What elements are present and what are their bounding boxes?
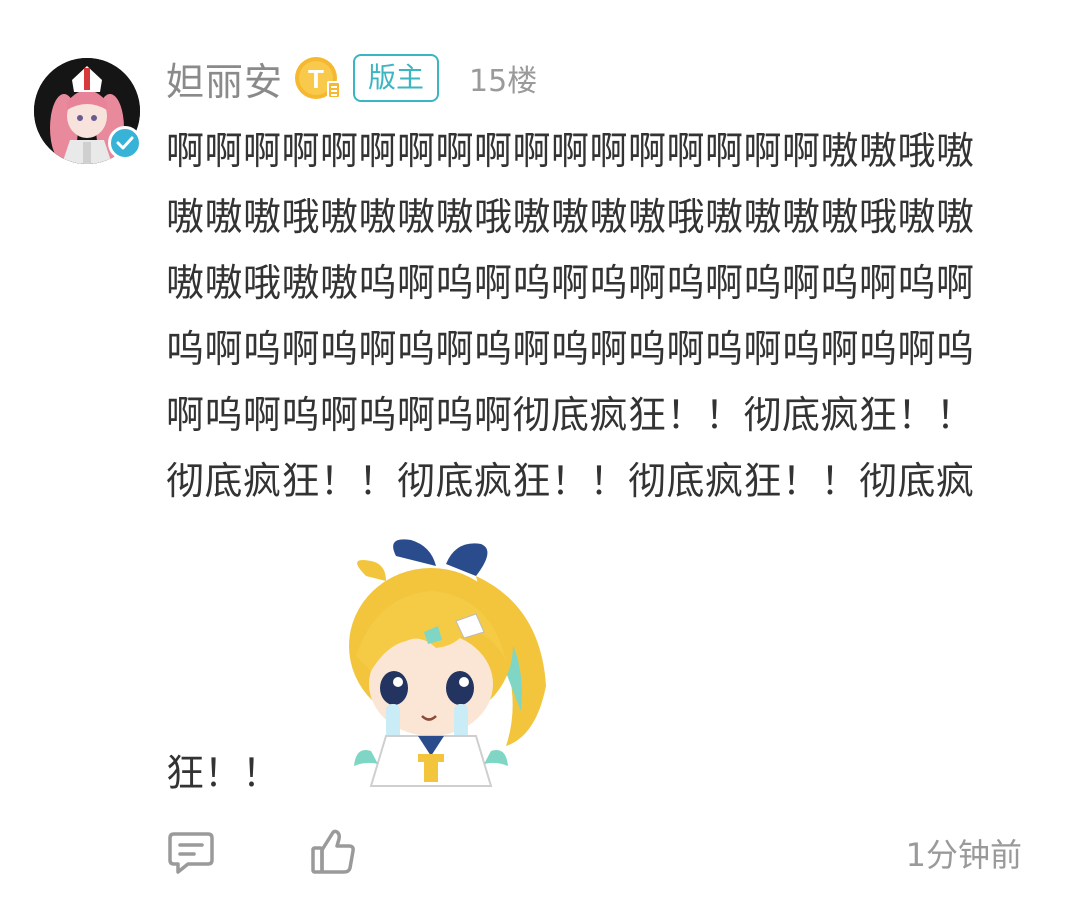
level-badge-icon: T [293, 53, 343, 103]
forum-reply-post: 妲丽安 T 版主 15楼 啊啊啊啊啊啊啊啊啊啊啊啊啊啊啊啊啊嗷嗷哦嗷嗷嗷嗷哦嗷嗷… [0, 0, 1068, 908]
floor-number: 15楼 [469, 64, 538, 99]
post-footer: 1分钟前 [0, 822, 1068, 884]
verified-check-icon [108, 126, 142, 160]
post-timestamp: 1分钟前 [905, 836, 1022, 874]
moderator-badge: 版主 [353, 54, 440, 102]
thumbs-up-icon[interactable] [310, 828, 356, 880]
comment-icon[interactable] [168, 830, 216, 880]
post-content-tail: 狂！！ [166, 751, 281, 795]
crying-girl-sticker [326, 536, 552, 792]
post-content: 啊啊啊啊啊啊啊啊啊啊啊啊啊啊啊啊啊嗷嗷哦嗷嗷嗷嗷哦嗷嗷嗷嗷哦嗷嗷嗷嗷哦嗷嗷嗷嗷哦… [166, 129, 975, 503]
avatar[interactable] [34, 58, 142, 164]
post-header: 妲丽安 T 版主 15楼 [166, 50, 537, 106]
username[interactable]: 妲丽安 [166, 51, 283, 106]
level-badge-letter: T [308, 64, 324, 94]
